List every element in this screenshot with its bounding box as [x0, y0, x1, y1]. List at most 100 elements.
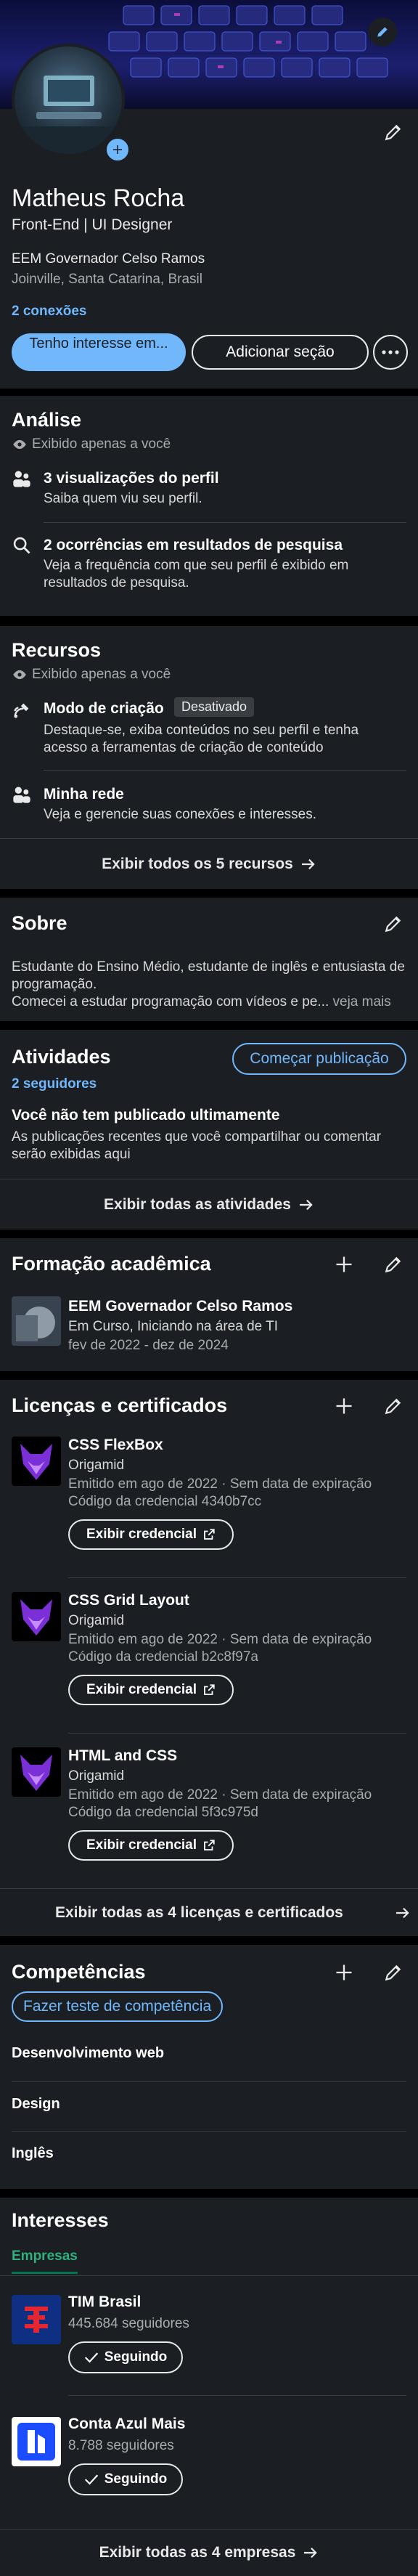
edit-banner-button[interactable] — [368, 17, 397, 46]
edit-intro-button[interactable] — [379, 118, 408, 147]
start-post-button[interactable]: Começar publicação — [232, 1043, 406, 1075]
license-item: HTML and CSS Origamid Emitido em ago de … — [0, 1747, 418, 1885]
license-credential: Código da credencial 4340b7cc — [68, 1494, 262, 1509]
company-name[interactable]: TIM Brasil — [68, 2293, 141, 2311]
about-card: Sobre Estudante do Ensino Médio, estudan… — [0, 898, 418, 1021]
my-network-item[interactable]: Minha rede Veja e gerencie suas conexões… — [0, 776, 418, 837]
skills-card: Competências Fazer teste de competência … — [0, 1945, 418, 2189]
divider — [68, 1577, 406, 1578]
school-placeholder-icon — [16, 1307, 55, 1341]
connections-link[interactable]: 2 conexões — [12, 304, 87, 320]
following-button[interactable]: Seguindo — [68, 2341, 183, 2373]
search-appearances-item[interactable]: 2 ocorrências em resultados de pesquisa … — [0, 527, 418, 606]
education-degree: Em Curso, Iniciando na área de TI — [68, 1319, 279, 1334]
add-license-button[interactable] — [328, 1390, 360, 1422]
tim-logo[interactable] — [12, 2295, 61, 2344]
my-network-title: Minha rede — [44, 786, 124, 803]
arrow-right-icon — [304, 2547, 318, 2559]
company-item: TIM Brasil 445.684 seguidores Seguindo — [0, 2291, 418, 2400]
skill-item[interactable]: Inglês — [12, 2145, 54, 2162]
about-text: Estudante do Ensino Médio, estudante de … — [12, 959, 405, 992]
tab-companies[interactable]: Empresas — [12, 2248, 78, 2274]
profile-headline: Front-End | UI Designer — [12, 216, 173, 233]
license-issuer: Origamid — [68, 1458, 125, 1473]
show-credential-label: Exibir credencial — [86, 1837, 197, 1853]
followers-count[interactable]: 2 seguidores — [12, 1076, 97, 1092]
education-school[interactable]: EEM Governador Celso Ramos — [68, 1298, 292, 1315]
resources-visibility: Exibido apenas a você — [12, 667, 171, 683]
pencil-icon — [385, 124, 401, 141]
activity-empty-title: Você não tem publicado ultimamente — [12, 1107, 280, 1124]
plus-icon — [336, 1398, 352, 1414]
resources-visibility-text: Exibido apenas a você — [32, 667, 171, 682]
add-section-button[interactable]: Adicionar seção — [192, 335, 369, 370]
conta-azul-logo[interactable] — [12, 2417, 61, 2466]
show-all-resources-label: Exibir todos os 5 recursos — [102, 855, 293, 872]
license-name: CSS FlexBox — [68, 1437, 163, 1453]
show-all-resources-link[interactable]: Exibir todos os 5 recursos — [0, 838, 418, 889]
check-icon — [84, 2352, 98, 2363]
divider — [0, 2275, 418, 2276]
origamid-fox-icon — [20, 1755, 52, 1791]
see-more-link[interactable]: veja mais — [333, 994, 391, 1009]
add-skill-button[interactable] — [328, 1957, 360, 1988]
license-issued: Emitido em ago de 2022 · Sem data de exp… — [68, 1787, 372, 1803]
licenses-title: Licenças e certificados — [12, 1394, 228, 1416]
skills-title: Competências — [12, 1961, 146, 1983]
start-post-label: Começar publicação — [250, 1050, 389, 1067]
broadcast-icon — [14, 703, 29, 718]
following-button[interactable]: Seguindo — [68, 2463, 183, 2495]
divider — [44, 770, 406, 771]
divider — [12, 2081, 406, 2082]
creator-mode-desc: Destaque-se, exiba conteúdos no seu perf… — [44, 723, 359, 755]
school-logo[interactable] — [12, 1296, 61, 1346]
edit-education-button[interactable] — [379, 1248, 408, 1280]
following-label: Seguindo — [104, 2349, 168, 2365]
my-network-desc: Veja e gerencie suas conexões e interess… — [44, 807, 317, 822]
license-name: CSS Grid Layout — [68, 1592, 189, 1609]
add-photo-button[interactable] — [104, 137, 131, 163]
add-education-button[interactable] — [328, 1248, 360, 1280]
profile-views-item[interactable]: 3 visualizações do perfil Saiba quem viu… — [0, 460, 418, 528]
about-title: Sobre — [12, 912, 67, 934]
license-issued: Emitido em ago de 2022 · Sem data de exp… — [68, 1476, 372, 1492]
license-credential: Código da credencial 5f3c975d — [68, 1805, 258, 1820]
show-all-licenses-label: Exibir todas as 4 licenças e certificado… — [55, 1903, 343, 1921]
skill-item[interactable]: Desenvolvimento web — [12, 2045, 164, 2062]
profile-views-title: 3 visualizações do perfil — [44, 470, 219, 487]
origamid-logo[interactable] — [12, 1437, 61, 1486]
open-to-button[interactable]: Tenho interesse em... — [12, 333, 186, 371]
edit-about-button[interactable] — [379, 909, 408, 938]
show-credential-button[interactable]: Exibir credencial — [68, 1830, 234, 1861]
profile-location: Joinville, Santa Catarina, Brasil — [12, 272, 202, 287]
more-dots-icon — [382, 350, 399, 354]
divider — [44, 522, 406, 523]
show-credential-button[interactable]: Exibir credencial — [68, 1519, 234, 1550]
show-credential-button[interactable]: Exibir credencial — [68, 1675, 234, 1705]
analytics-card: Análise Exibido apenas a você 3 visualiz… — [0, 396, 418, 616]
arrow-right-icon — [396, 1907, 409, 1918]
show-credential-label: Exibir credencial — [86, 1682, 197, 1697]
creator-mode-item[interactable]: Modo de criação Desativado Destaque-se, … — [0, 690, 418, 768]
show-all-companies-link[interactable]: Exibir todas as 4 empresas — [0, 2529, 418, 2576]
edit-licenses-button[interactable] — [379, 1390, 408, 1422]
interests-title: Interesses — [12, 2209, 109, 2231]
skill-assessment-button[interactable]: Fazer teste de competência — [12, 1991, 224, 2022]
license-issuer: Origamid — [68, 1768, 125, 1784]
arrow-right-icon — [299, 1199, 313, 1210]
show-all-licenses-link[interactable]: Exibir todas as 4 licenças e certificado… — [0, 1888, 418, 1936]
origamid-logo[interactable] — [12, 1592, 61, 1641]
tab-companies-label: Empresas — [12, 2248, 78, 2264]
origamid-logo[interactable] — [12, 1747, 61, 1797]
company-name[interactable]: Conta Azul Mais — [68, 2415, 185, 2433]
skill-item[interactable]: Design — [12, 2096, 60, 2113]
analytics-title: Análise — [12, 409, 82, 431]
more-button[interactable] — [373, 335, 408, 370]
skill-assessment-label: Fazer teste de competência — [23, 1998, 212, 2015]
edit-skills-button[interactable] — [379, 1957, 408, 1988]
education-dates: fev de 2022 - dez de 2024 — [68, 1338, 229, 1353]
show-all-activity-link[interactable]: Exibir todas as atividades — [0, 1179, 418, 1230]
license-name: HTML and CSS — [68, 1747, 178, 1764]
profile-school: EEM Governador Celso Ramos — [12, 251, 205, 267]
profile-card: Matheus Rocha Front-End | UI Designer EE… — [0, 0, 418, 389]
